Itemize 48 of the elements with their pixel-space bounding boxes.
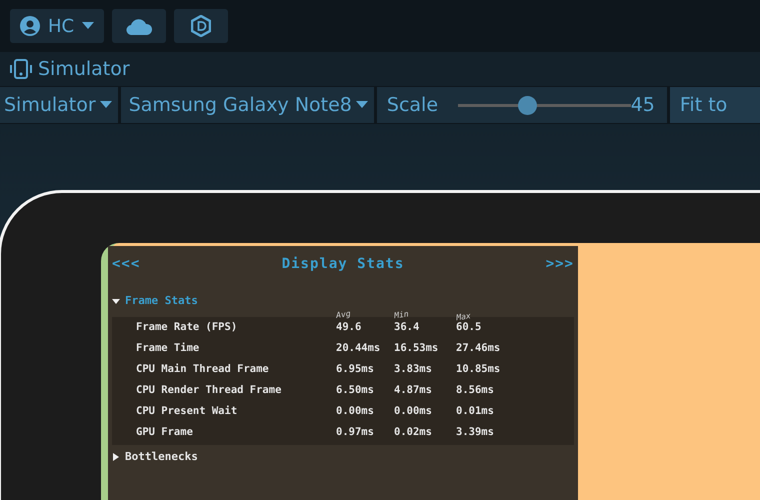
stat-name: Frame Time xyxy=(135,341,200,356)
stat-value: 3.83ms xyxy=(394,362,433,377)
caret-icon xyxy=(100,101,112,109)
column-header: Min xyxy=(394,308,410,322)
user-icon xyxy=(20,16,40,36)
stat-name: Frame Rate (FPS) xyxy=(135,320,238,335)
stat-value: 0.01ms xyxy=(456,404,495,419)
stat-name: CPU Present Wait xyxy=(135,404,238,419)
stat-value: 0.00ms xyxy=(336,404,375,419)
scale-value: 45 xyxy=(630,94,655,116)
stat-value: 0.02ms xyxy=(394,425,433,440)
stat-value: 36.4 xyxy=(394,320,420,335)
hexagon-button[interactable] xyxy=(174,9,228,43)
stat-name: CPU Main Thread Frame xyxy=(135,362,270,377)
stat-value: 49.6 xyxy=(336,320,362,335)
cloud-icon xyxy=(126,17,152,35)
next-button[interactable]: >>> xyxy=(546,256,574,272)
simulator-tab[interactable]: Simulator xyxy=(10,58,130,80)
stat-value: 16.53ms xyxy=(394,341,440,356)
column-header: Avg xyxy=(336,308,352,321)
hexagon-icon xyxy=(191,15,212,37)
previous-button[interactable]: <<< xyxy=(112,256,140,272)
column-header: Max xyxy=(456,310,472,322)
phone-icon xyxy=(10,59,32,79)
stat-value: 3.39ms xyxy=(456,425,495,440)
stat-value: 8.56ms xyxy=(456,383,495,398)
caret-icon xyxy=(356,101,368,109)
stat-value: 20.44ms xyxy=(336,341,382,356)
stat-value: 0.97ms xyxy=(336,425,375,440)
slider-thumb[interactable] xyxy=(518,96,538,114)
scale-label: Scale xyxy=(386,94,438,116)
cloud-button[interactable] xyxy=(112,9,166,43)
stat-value: 6.95ms xyxy=(336,362,375,377)
stat-value: 27.46ms xyxy=(456,341,502,356)
stat-value: 6.50ms xyxy=(336,383,375,398)
stat-value: 10.85ms xyxy=(456,362,502,377)
fit-button[interactable]: Fit to xyxy=(670,87,760,123)
account-button[interactable]: HC xyxy=(10,9,104,43)
stats-title: Display Stats xyxy=(282,256,404,272)
mode-dropdown[interactable]: Simulator xyxy=(0,87,118,123)
stat-value: 4.87ms xyxy=(394,383,433,398)
stat-value: 0.00ms xyxy=(394,404,433,419)
stat-name: GPU Frame xyxy=(135,425,194,440)
section-header[interactable]: Frame Stats xyxy=(125,294,198,307)
section-header[interactable]: Bottlenecks xyxy=(125,450,198,463)
device-dropdown[interactable]: Samsung Galaxy Note8 xyxy=(120,87,374,123)
stat-name: CPU Render Thread Frame xyxy=(135,383,282,398)
caret-icon xyxy=(82,22,94,30)
